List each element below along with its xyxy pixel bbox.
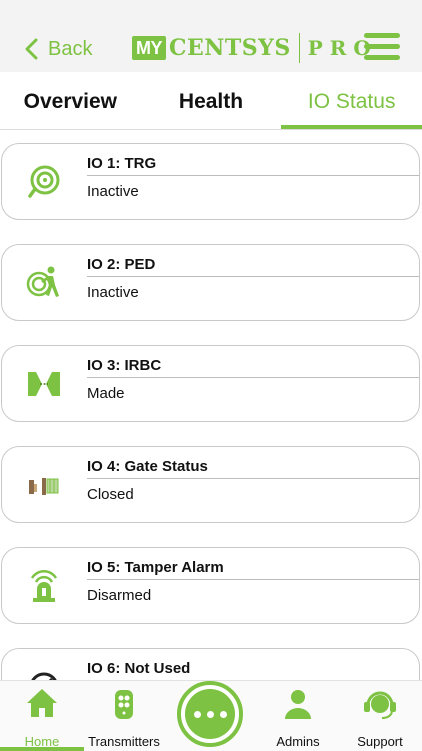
more-icon [185, 689, 235, 739]
io-divider [87, 579, 419, 580]
nav-transmitters[interactable]: Transmitters [84, 681, 164, 751]
trigger-icon [28, 165, 60, 198]
pedestrian-icon [26, 266, 59, 297]
io-status-list: IO 1: TRG Inactive IO 2: PED Inactive IO… [0, 140, 422, 680]
io-status: Made [87, 385, 125, 402]
io-item-6[interactable]: IO 6: Not Used [1, 648, 420, 680]
tab-bar: Overview Health IO Status [0, 72, 422, 130]
headset-icon [364, 691, 396, 719]
io-divider [87, 175, 419, 176]
more-button[interactable] [177, 681, 243, 747]
logo-brand: CENTSYS [169, 35, 291, 61]
logo-my: MY [132, 36, 166, 60]
back-button[interactable]: Back [24, 34, 92, 64]
io-status: Inactive [87, 183, 139, 200]
user-icon [285, 690, 311, 719]
nav-home[interactable]: Home [0, 681, 84, 751]
tab-divider [0, 129, 422, 130]
tab-health[interactable]: Health [141, 72, 282, 128]
tab-overview[interactable]: Overview [0, 72, 141, 128]
app-header: Back MY CENTSYS PRO [0, 0, 422, 72]
gate-status-icon [29, 478, 59, 495]
nav-support[interactable]: Support [340, 681, 420, 751]
io-item-3[interactable]: IO 3: IRBC Made [1, 345, 420, 422]
io-item-4[interactable]: IO 4: Gate Status Closed [1, 446, 420, 523]
home-icon [27, 689, 57, 717]
infrared-beam-icon [28, 372, 60, 396]
io-title: IO 5: Tamper Alarm [87, 559, 224, 576]
remote-icon [115, 690, 133, 719]
not-used-icon [31, 672, 57, 680]
alarm-siren-icon [30, 569, 58, 602]
logo-divider [298, 33, 300, 63]
io-status: Closed [87, 486, 134, 503]
io-title: IO 6: Not Used [87, 660, 191, 677]
io-item-5[interactable]: IO 5: Tamper Alarm Disarmed [1, 547, 420, 624]
io-divider [87, 377, 419, 378]
io-divider [87, 276, 419, 277]
back-label: Back [48, 37, 93, 60]
io-item-2[interactable]: IO 2: PED Inactive [1, 244, 420, 321]
tab-io-status[interactable]: IO Status [281, 72, 422, 130]
io-status: Disarmed [87, 587, 152, 604]
nav-label: Transmitters [88, 734, 160, 749]
io-title: IO 2: PED [87, 256, 156, 273]
nav-admins[interactable]: Admins [260, 681, 336, 751]
io-status: Inactive [87, 284, 139, 301]
io-item-1[interactable]: IO 1: TRG Inactive [1, 143, 420, 220]
io-divider [87, 478, 419, 479]
chevron-left-icon [25, 38, 38, 60]
io-title: IO 1: TRG [87, 155, 157, 172]
menu-icon[interactable] [364, 33, 400, 63]
mycentsys-pro-logo: MY CENTSYS PRO [132, 33, 378, 63]
nav-label: Admins [276, 734, 320, 749]
nav-label: Support [357, 734, 403, 749]
io-title: IO 3: IRBC [87, 357, 162, 374]
io-title: IO 4: Gate Status [87, 458, 208, 475]
nav-label: Home [24, 734, 60, 749]
